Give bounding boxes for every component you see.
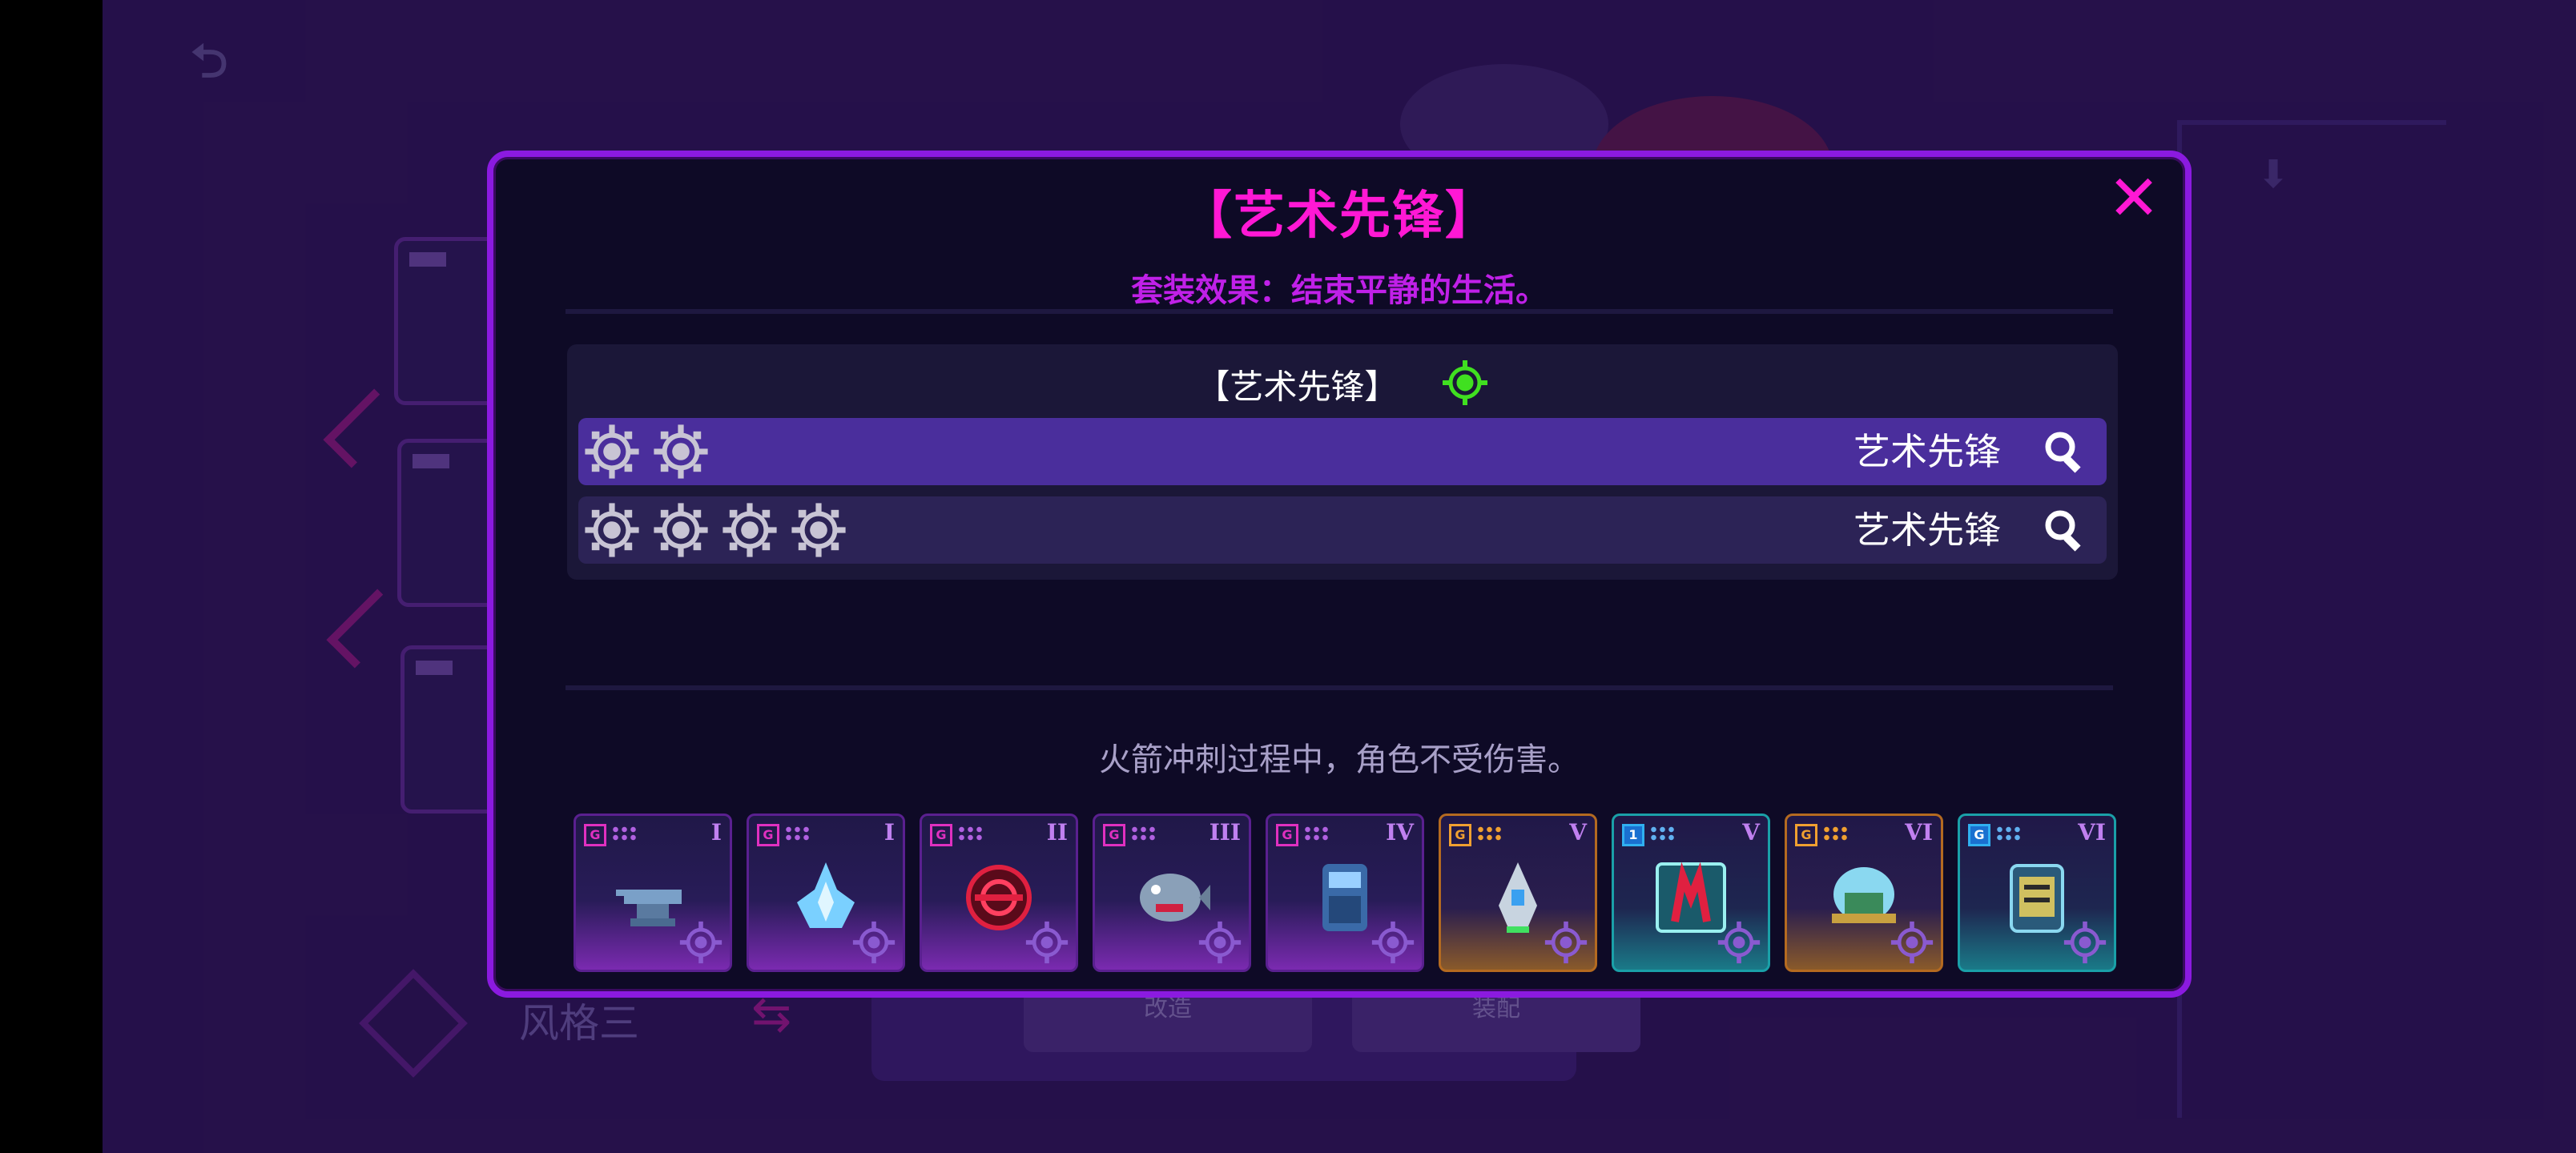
- set-gear-icon: [1890, 920, 1934, 965]
- level-numeral: I: [883, 819, 895, 846]
- level-numeral: I: [710, 819, 722, 846]
- slot-dots: [1649, 826, 1676, 842]
- slot-dots: [611, 826, 638, 842]
- grade-badge: G: [1103, 824, 1125, 846]
- grade-badge: G: [757, 824, 779, 846]
- set-gear-icon: [1197, 920, 1242, 965]
- set-item-card[interactable]: G II: [920, 814, 1078, 972]
- set-items-list: G I G I G II G III G IV G V 1 V G VI G VI: [574, 814, 2119, 972]
- gear-icon: [583, 501, 641, 559]
- tier-name: 艺术先锋: [1854, 508, 2001, 552]
- search-icon[interactable]: [2039, 504, 2091, 556]
- grade-badge: G: [1968, 824, 1990, 846]
- level-numeral: IV: [1386, 819, 1414, 846]
- gear-icon: [652, 501, 710, 559]
- slot-dots: [1995, 826, 2023, 842]
- set-description: 火箭冲刺过程中，角色不受伤害。: [1099, 741, 1580, 778]
- tier-name: 艺术先锋: [1854, 430, 2001, 473]
- slot-dots: [957, 826, 984, 842]
- gear-icon: [583, 423, 641, 480]
- set-tier-row-2[interactable]: 艺术先锋: [578, 418, 2107, 485]
- dialog-title: 【艺术先锋】: [1181, 187, 1498, 246]
- grade-badge: 1: [1622, 824, 1644, 846]
- grade-badge: G: [1449, 824, 1471, 846]
- slot-dots: [1303, 826, 1330, 842]
- gear-icon: [652, 423, 710, 480]
- set-item-card[interactable]: G VI: [1785, 814, 1943, 972]
- grade-badge: G: [1276, 824, 1298, 846]
- set-item-card[interactable]: GV: [1439, 814, 1597, 972]
- set-item-card[interactable]: GI: [574, 814, 732, 972]
- level-numeral: II: [1046, 819, 1068, 846]
- grade-badge: G: [584, 824, 606, 846]
- tier-gears: [583, 423, 710, 480]
- set-header: 【艺术先锋】: [567, 359, 2118, 407]
- set-bonus-box: 【艺术先锋】 艺术先锋 艺术先锋: [567, 344, 2118, 580]
- slot-dots: [784, 826, 811, 842]
- set-effect-text: 套装效果：结束平静的生活。: [1131, 272, 1548, 309]
- set-header-label: 【艺术先锋】: [1196, 367, 1399, 407]
- tier-gears: [583, 501, 847, 559]
- set-gear-icon: [851, 920, 896, 965]
- set-item-card[interactable]: GI: [747, 814, 905, 972]
- gear-icon: [721, 501, 779, 559]
- active-gear-icon: [1441, 359, 1489, 420]
- set-gear-icon: [1544, 920, 1588, 965]
- set-gear-icon: [1717, 920, 1761, 965]
- level-numeral: V: [1742, 819, 1760, 846]
- set-tier-row-4[interactable]: 艺术先锋: [578, 496, 2107, 564]
- divider: [566, 309, 2113, 314]
- set-item-card[interactable]: G VI: [1958, 814, 2116, 972]
- slot-dots: [1476, 826, 1503, 842]
- set-item-card[interactable]: G IV: [1266, 814, 1424, 972]
- gear-icon: [790, 501, 847, 559]
- set-item-card[interactable]: G III: [1093, 814, 1251, 972]
- search-icon[interactable]: [2039, 426, 2091, 477]
- set-gear-icon: [678, 920, 723, 965]
- level-numeral: VI: [1905, 819, 1933, 846]
- level-numeral: VI: [2078, 819, 2106, 846]
- set-info-dialog: 【艺术先锋】 ✕ 套装效果：结束平静的生活。 【艺术先锋】 艺术先锋 艺术先锋 …: [487, 151, 2192, 998]
- grade-badge: G: [1795, 824, 1817, 846]
- grade-badge: G: [930, 824, 952, 846]
- level-numeral: V: [1569, 819, 1587, 846]
- set-gear-icon: [1024, 920, 1069, 965]
- set-item-card[interactable]: 1V: [1612, 814, 1770, 972]
- set-gear-icon: [1371, 920, 1415, 965]
- set-gear-icon: [2063, 920, 2107, 965]
- close-icon[interactable]: ✕: [2107, 167, 2161, 230]
- divider: [566, 685, 2113, 690]
- level-numeral: III: [1209, 819, 1241, 846]
- slot-dots: [1130, 826, 1157, 842]
- slot-dots: [1822, 826, 1849, 842]
